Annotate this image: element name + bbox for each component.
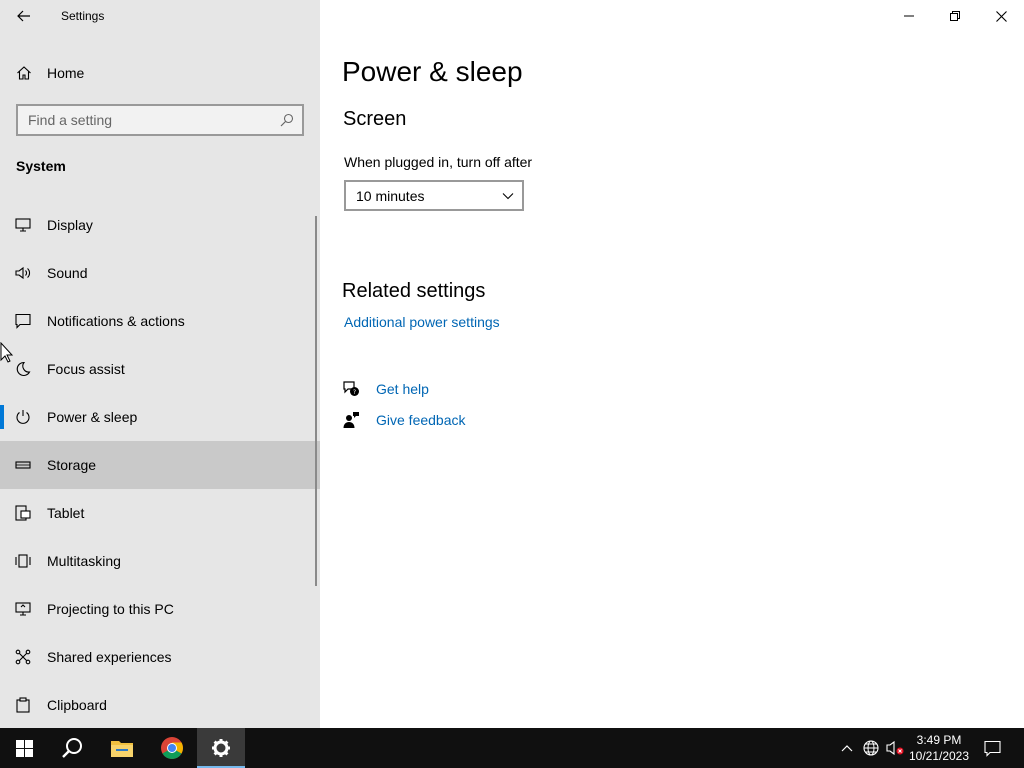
search-placeholder: Find a setting [28,112,113,128]
restore-icon [950,11,960,21]
close-button[interactable] [978,0,1024,32]
volume-button[interactable] [884,728,906,768]
sidebar-item-notifications[interactable]: Notifications & actions [0,297,320,345]
sidebar-item-power-sleep[interactable]: Power & sleep [0,393,320,441]
main-content: Power & sleep Screen When plugged in, tu… [320,0,1024,728]
network-globe-icon [863,740,879,756]
sidebar-item-label: Power & sleep [47,409,138,425]
additional-power-settings-link[interactable]: Additional power settings [344,314,500,330]
taskbar: 3:49 PM 10/21/2023 [0,728,1024,768]
projecting-icon [15,602,31,616]
chrome-icon [161,737,183,759]
minimize-icon [904,15,914,17]
settings-window: Settings Home Find a setting System Disp… [0,0,1024,728]
sidebar-item-projecting[interactable]: Projecting to this PC [0,585,320,633]
restore-button[interactable] [932,0,978,32]
sidebar-item-focus-assist[interactable]: Focus assist [0,345,320,393]
sidebar-item-tablet[interactable]: Tablet [0,489,320,537]
svg-text:?: ? [353,389,356,396]
gear-icon [212,739,230,757]
taskbar-search-button[interactable] [48,728,96,768]
chrome-button[interactable] [148,728,196,768]
chevron-down-icon [502,193,514,200]
give-feedback-icon [343,412,359,428]
sidebar-item-clipboard[interactable]: Clipboard [0,681,320,728]
sidebar-item-label: Storage [47,457,97,473]
search-icon [62,738,82,758]
sidebar-item-label: Notifications & actions [47,313,185,329]
sidebar-item-label: Multitasking [47,553,121,569]
window-controls [886,0,1024,32]
chevron-up-icon [841,745,853,752]
app-title: Settings [61,9,105,23]
home-label: Home [47,65,85,81]
sidebar-item-multitasking[interactable]: Multitasking [0,537,320,585]
moon-icon [16,361,31,376]
plugged-in-label: When plugged in, turn off after [344,154,533,170]
storage-icon [15,461,31,469]
windows-logo-icon [15,739,33,757]
sidebar-scrollbar[interactable] [315,216,317,586]
speaker-icon [15,266,30,280]
notification-icon [15,313,31,329]
sidebar-item-label: Clipboard [47,697,107,713]
get-help-icon: ? [343,381,359,396]
sidebar-item-label: Tablet [47,505,85,521]
minimize-button[interactable] [886,0,932,32]
selected-indicator [0,405,4,429]
start-button[interactable] [0,728,48,768]
section-title: System [16,158,66,174]
screen-section-title: Screen [343,108,407,130]
home-icon [17,66,31,80]
shared-experiences-icon [15,649,31,665]
nav-list: Display Sound Notifications & actions Fo… [0,201,320,728]
network-button[interactable] [860,728,882,768]
multitasking-icon [15,554,31,568]
sidebar-item-sound[interactable]: Sound [0,249,320,297]
back-button[interactable] [8,4,40,28]
get-help-label: Get help [376,381,429,397]
sidebar-item-label: Display [47,217,93,233]
sidebar-item-label: Focus assist [47,361,125,377]
clock-date: 10/21/2023 [908,749,970,763]
show-hidden-icons-button[interactable] [836,728,858,768]
power-icon [16,410,30,424]
file-explorer-button[interactable] [98,728,146,768]
search-icon [280,113,294,127]
taskbar-clock[interactable]: 3:49 PM 10/21/2023 [905,732,973,764]
file-explorer-icon [111,741,133,757]
monitor-icon [15,218,31,232]
dropdown-value: 10 minutes [356,188,425,204]
sidebar-item-shared-experiences[interactable]: Shared experiences [0,633,320,681]
settings-taskbar-button[interactable] [197,728,245,768]
home-nav-item[interactable]: Home [0,52,320,94]
give-feedback-label: Give feedback [376,412,466,428]
sidebar: Settings Home Find a setting System Disp… [0,0,320,728]
action-center-button[interactable] [980,728,1004,768]
sidebar-item-label: Projecting to this PC [47,601,174,617]
mouse-cursor-icon [0,342,14,363]
sidebar-item-storage[interactable]: Storage [0,441,320,489]
screen-timeout-dropdown[interactable]: 10 minutes [344,180,524,211]
title-bar: Settings [0,0,320,32]
tablet-icon [15,505,31,521]
clipboard-icon [16,697,30,713]
notification-icon [983,740,1001,757]
search-input[interactable]: Find a setting [16,104,304,136]
sidebar-item-label: Shared experiences [47,649,172,665]
page-title: Power & sleep [342,56,523,87]
sidebar-item-label: Sound [47,265,88,281]
volume-muted-icon [886,740,904,756]
clock-time: 3:49 PM [916,733,962,747]
sidebar-item-display[interactable]: Display [0,201,320,249]
back-arrow-icon [17,10,30,22]
related-settings-title: Related settings [342,280,486,302]
close-icon [995,10,1007,22]
